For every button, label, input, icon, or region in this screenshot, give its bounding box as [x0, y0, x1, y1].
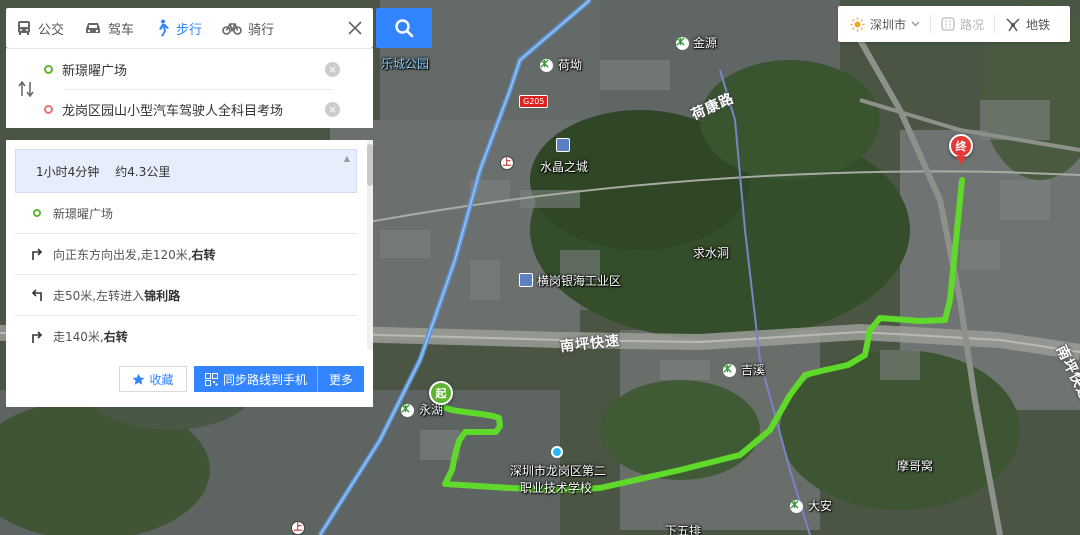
- traffic-label: 路况: [960, 17, 985, 32]
- sync-main[interactable]: 同步路线到手机: [194, 366, 318, 392]
- route-duration: 1小时4分钟: [36, 164, 100, 179]
- turn-right-icon: [32, 330, 43, 343]
- map-label[interactable]: 乐城公园: [381, 57, 429, 71]
- sync-to-phone-button[interactable]: 同步路线到手机 更多: [194, 366, 364, 392]
- end-input-text: 龙岗区园山小型汽车驾驶人全科目考场: [62, 103, 284, 119]
- star-icon: [133, 373, 145, 385]
- tab-label: 骑行: [248, 22, 275, 38]
- map-label[interactable]: 下五排: [665, 524, 701, 535]
- more-button[interactable]: 更多: [318, 371, 364, 388]
- metro-icon: [790, 500, 803, 513]
- tab-bus[interactable]: 公交: [6, 8, 74, 48]
- favorite-label: 收藏: [149, 372, 174, 387]
- step-text: 新璟曜广场: [53, 206, 114, 221]
- route-step-origin[interactable]: 新璟曜广场: [15, 193, 357, 234]
- metro-icon: [676, 37, 689, 50]
- sun-icon: [850, 16, 865, 32]
- metro-icon: [540, 59, 553, 72]
- route-result-panel: 1小时4分钟 约4.3公里 ▲ 新璟曜广场 向正东方向出发,走120米, 右转 走…: [6, 140, 373, 407]
- tab-label: 公交: [38, 22, 65, 38]
- turn-right-icon: [32, 248, 43, 260]
- sync-label: 同步路线到手机: [223, 372, 308, 387]
- swap-icon: [18, 80, 34, 98]
- metro-icon: [723, 364, 736, 377]
- tab-label: 步行: [176, 22, 203, 38]
- location-pin-icon: [551, 446, 563, 458]
- walk-icon: [159, 19, 170, 37]
- step-text: 走50米,左转进入: [53, 288, 145, 303]
- hospital-icon: 上: [500, 156, 514, 170]
- map-label[interactable]: 水晶之城: [540, 160, 588, 174]
- city-selector[interactable]: 深圳市: [838, 6, 930, 42]
- city-label: 深圳市: [870, 17, 907, 32]
- route-summary[interactable]: 1小时4分钟 约4.3公里 ▲: [15, 149, 357, 193]
- end-dot-icon: [44, 104, 53, 114]
- subway-toggle[interactable]: 地铁: [995, 6, 1060, 42]
- traffic-toggle[interactable]: 路况: [931, 6, 994, 42]
- favorite-button[interactable]: 收藏: [119, 366, 187, 392]
- turn-left-icon: [31, 289, 42, 301]
- tab-label: 驾车: [108, 22, 135, 38]
- end-input[interactable]: 龙岗区园山小型汽车驾驶人全科目考场 ×: [44, 90, 340, 128]
- chevron-down-icon: [911, 21, 920, 27]
- end-marker[interactable]: 终: [949, 134, 973, 158]
- step-action: 右转: [103, 330, 128, 344]
- map-label[interactable]: 吉溪: [741, 363, 765, 377]
- tab-bike[interactable]: 骑行: [212, 8, 284, 48]
- start-marker[interactable]: 起: [429, 381, 453, 405]
- clear-end-button[interactable]: ×: [325, 101, 340, 117]
- bike-icon: [222, 23, 242, 35]
- scrollbar[interactable]: [367, 140, 373, 350]
- map-label[interactable]: 职业技术学校: [520, 481, 592, 495]
- map-label[interactable]: 深圳市龙岗区第二: [510, 464, 606, 478]
- close-button[interactable]: [337, 8, 373, 48]
- qr-code-icon: [205, 372, 218, 386]
- metro-icon: [401, 404, 414, 417]
- step-action: 右转: [191, 247, 216, 262]
- bus-icon: [18, 21, 30, 35]
- subway-label: 地铁: [1026, 17, 1051, 32]
- subway-icon: [1006, 17, 1020, 31]
- map-label[interactable]: 荷坳: [558, 58, 582, 72]
- start-dot-icon: [44, 64, 53, 74]
- start-input[interactable]: 新璟曜广场 ×: [44, 50, 340, 88]
- end-marker-tail: [956, 156, 966, 165]
- origin-dot-icon: [33, 209, 41, 217]
- scrollbar-thumb[interactable]: [367, 144, 373, 186]
- swap-route-button[interactable]: [17, 80, 35, 98]
- route-step[interactable]: 走50米,左转进入 锦利路: [15, 275, 357, 316]
- highway-shield: G205: [519, 95, 549, 108]
- map-label[interactable]: 金源: [693, 36, 717, 50]
- map-label[interactable]: 永湖: [419, 403, 443, 417]
- map-label[interactable]: 求水洞: [693, 246, 729, 260]
- clear-start-button[interactable]: ×: [325, 61, 340, 77]
- start-input-text: 新璟曜广场: [62, 63, 128, 79]
- hospital-icon: 上: [291, 521, 305, 535]
- step-text: 向正东方向出发,走120米,: [53, 247, 192, 262]
- search-icon: [395, 19, 414, 38]
- transport-mode-tabs: 公交 驾车 步行 骑行: [6, 8, 373, 48]
- traffic-icon: [941, 17, 955, 31]
- route-step[interactable]: 走140米, 右转: [15, 316, 357, 357]
- route-inputs: 新璟曜广场 × 龙岗区园山小型汽车驾驶人全科目考场 ×: [6, 48, 373, 128]
- search-button[interactable]: [376, 8, 432, 48]
- car-icon: [86, 23, 101, 33]
- step-road: 锦利路: [144, 288, 181, 303]
- collapse-icon[interactable]: ▲: [344, 154, 350, 163]
- route-step[interactable]: 向正东方向出发,走120米, 右转: [15, 234, 357, 275]
- close-icon: [348, 21, 362, 35]
- tab-walk[interactable]: 步行: [144, 8, 212, 48]
- tab-drive[interactable]: 驾车: [74, 8, 144, 48]
- step-text: 走140米,: [53, 330, 104, 344]
- map-label[interactable]: 大安: [808, 499, 832, 513]
- building-icon: [556, 138, 570, 152]
- map-label[interactable]: 摩哥窝: [897, 459, 933, 473]
- map-toolbar: 深圳市 路况 地铁: [838, 6, 1070, 42]
- building-icon: [519, 273, 533, 287]
- route-distance: 约4.3公里: [115, 164, 171, 179]
- map-label[interactable]: 横岗银海工业区: [537, 274, 621, 288]
